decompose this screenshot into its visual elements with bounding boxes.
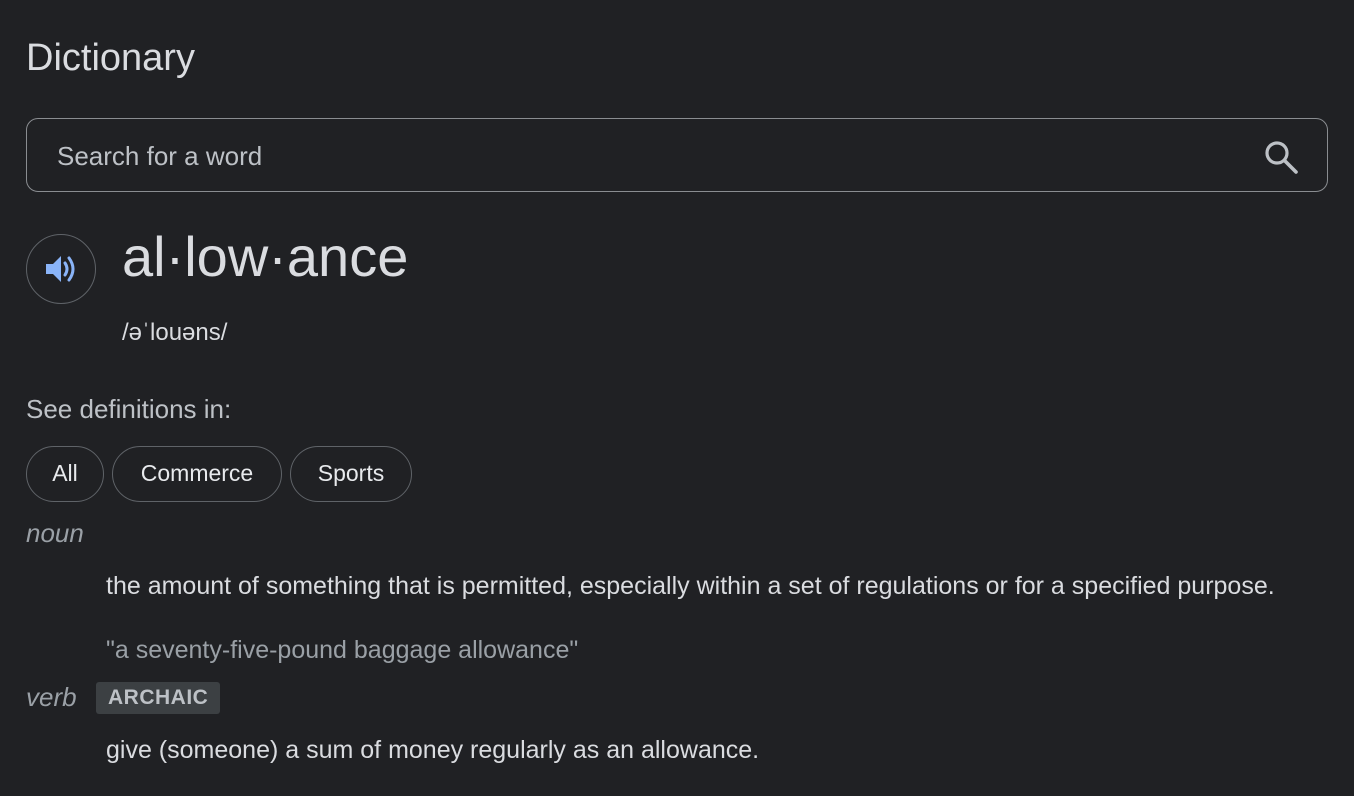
pronunciation-audio-button[interactable] [26, 234, 96, 304]
search-box[interactable] [26, 118, 1328, 192]
dictionary-panel: Dictionary al·low·ance /əˈlouəns/ See de… [26, 0, 1330, 796]
see-definitions-label: See definitions in: [26, 394, 232, 424]
headword: al·low·ance [122, 225, 409, 288]
search-input[interactable] [55, 135, 1239, 177]
chip-sports[interactable]: Sports [290, 446, 412, 502]
part-of-speech-noun: noun [26, 518, 84, 548]
definition-text: give (someone) a sum of money regularly … [106, 736, 760, 764]
chip-commerce[interactable]: Commerce [112, 446, 282, 502]
speaker-icon [46, 256, 75, 282]
phonetic-transcription: /əˈlouəns/ [122, 319, 228, 346]
part-of-speech-verb: verb [26, 682, 77, 712]
page-title: Dictionary [26, 37, 195, 79]
search-icon[interactable] [1263, 139, 1299, 175]
chip-all[interactable]: All [26, 446, 104, 502]
example-sentence: "a seventy-five-pound baggage allowance" [106, 636, 579, 664]
definition-text: the amount of something that is permitte… [106, 572, 1275, 600]
usage-label-archaic: ARCHAIC [96, 682, 221, 714]
